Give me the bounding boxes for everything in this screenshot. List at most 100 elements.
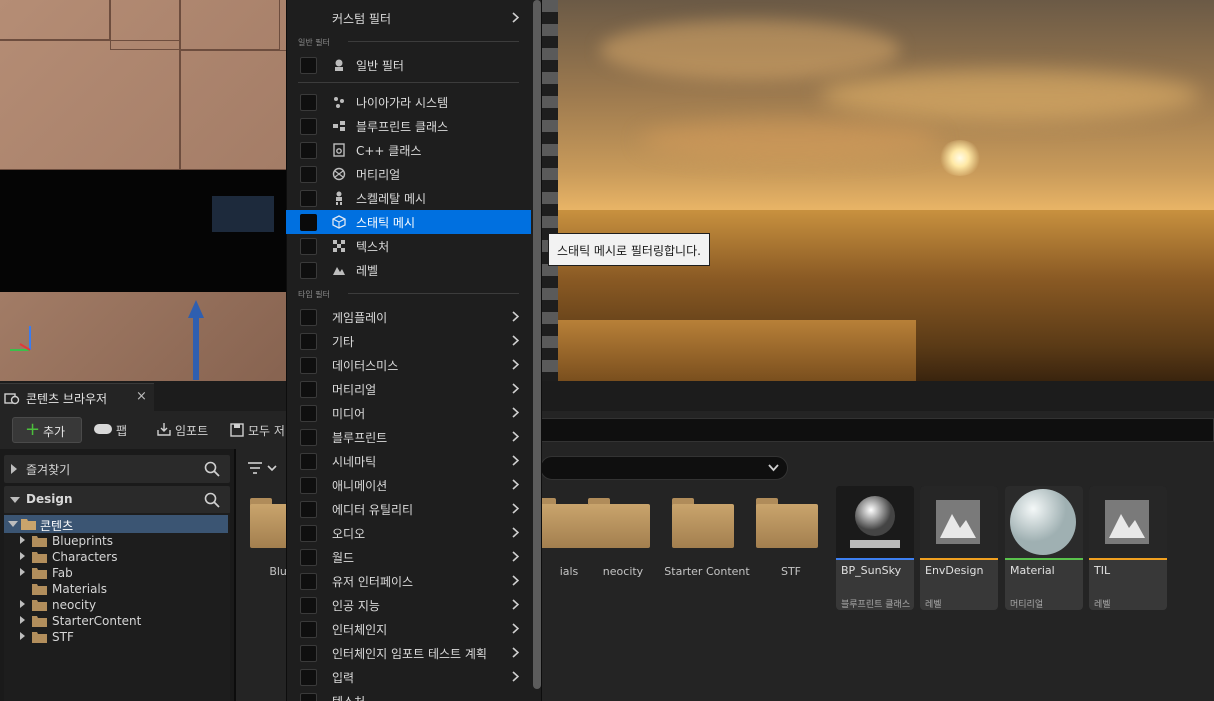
- filter-checkbox[interactable]: [300, 381, 317, 398]
- chevron-right-icon[interactable]: [20, 616, 25, 624]
- filter-checkbox[interactable]: [300, 477, 317, 494]
- chevron-down-icon: [8, 521, 18, 527]
- filter-checkbox[interactable]: [300, 525, 317, 542]
- content-browser-tab[interactable]: 콘텐츠 브라우저 ×: [0, 383, 154, 411]
- search-icon[interactable]: [204, 492, 220, 508]
- filter-checkbox[interactable]: [300, 142, 317, 159]
- tree-folder-item[interactable]: Materials: [32, 581, 228, 597]
- filter-checkbox[interactable]: [300, 118, 317, 135]
- asset-tile[interactable]: BP_SunSky 블루프린트 클래스: [836, 486, 914, 610]
- add-button[interactable]: + 추가: [12, 417, 82, 443]
- folder-tile-label: neocity: [602, 565, 644, 578]
- filter-checkbox[interactable]: [300, 693, 317, 701]
- menu-item-type-filter[interactable]: 인터체인지 임포트 테스트 계획: [286, 641, 531, 665]
- menu-item-type-filter[interactable]: 유저 인터페이스: [286, 569, 531, 593]
- tree-folder-item[interactable]: Characters: [20, 549, 228, 565]
- sun: [938, 140, 982, 176]
- tree-folder-item[interactable]: STF: [20, 629, 228, 645]
- menu-item-type-filter[interactable]: 오디오: [286, 521, 531, 545]
- gizmo-arrow[interactable]: [188, 300, 204, 380]
- menu-item-asset-filter[interactable]: 블루프린트 클래스: [286, 114, 531, 138]
- menu-item-type-filter[interactable]: 시네마틱: [286, 449, 531, 473]
- tree-folder-item[interactable]: Blueprints: [20, 533, 228, 549]
- menu-item-custom-filter[interactable]: 커스텀 필터: [286, 6, 531, 30]
- asset-name: BP_SunSky: [841, 564, 902, 577]
- filter-checkbox[interactable]: [300, 309, 317, 326]
- filter-checkbox[interactable]: [300, 166, 317, 183]
- folder-tile[interactable]: [754, 490, 824, 550]
- filter-checkbox[interactable]: [300, 190, 317, 207]
- filter-checkbox[interactable]: [300, 453, 317, 470]
- chevron-right-icon: [512, 383, 520, 394]
- filter-checkbox[interactable]: [300, 549, 317, 566]
- project-section-header[interactable]: Design: [4, 486, 230, 514]
- menu-item-type-filter[interactable]: 게임플레이: [286, 305, 531, 329]
- menu-item-asset-filter[interactable]: 스켈레탈 메시: [286, 186, 531, 210]
- menu-item-type-filter[interactable]: 머티리얼: [286, 377, 531, 401]
- filter-checkbox[interactable]: [300, 333, 317, 350]
- chevron-right-icon[interactable]: [20, 632, 25, 640]
- filter-dropdown-button[interactable]: [246, 458, 282, 478]
- filter-checkbox[interactable]: [300, 214, 317, 231]
- menu-item-type-filter[interactable]: 미디어: [286, 401, 531, 425]
- tree-folder-item[interactable]: neocity: [20, 597, 228, 613]
- menu-item-label: 오디오: [332, 527, 366, 541]
- filter-checkbox[interactable]: [300, 405, 317, 422]
- menu-item-asset-filter[interactable]: 머티리얼: [286, 162, 531, 186]
- asset-tile[interactable]: TIL 레벨: [1089, 486, 1167, 610]
- menu-section-header: 타입 필터: [298, 290, 330, 299]
- filter-checkbox[interactable]: [300, 429, 317, 446]
- filter-checkbox[interactable]: [300, 262, 317, 279]
- chevron-right-icon[interactable]: [20, 568, 25, 576]
- asset-tile[interactable]: EnvDesign 레벨: [920, 486, 998, 610]
- tree-folder-item[interactable]: StarterContent: [20, 613, 228, 629]
- filter-checkbox[interactable]: [300, 357, 317, 374]
- menu-item-asset-filter[interactable]: 나이아가라 시스템: [286, 90, 531, 114]
- filter-checkbox[interactable]: [300, 238, 317, 255]
- menu-item-common-filter[interactable]: 일반 필터: [286, 53, 531, 77]
- menu-item-type-filter[interactable]: 인공 지능: [286, 593, 531, 617]
- filter-checkbox[interactable]: [300, 57, 317, 74]
- path-bar[interactable]: [540, 456, 788, 480]
- common-filter-icon: [332, 58, 346, 72]
- menu-item-type-filter[interactable]: 입력: [286, 665, 531, 689]
- tree-folder-item[interactable]: Fab: [20, 565, 228, 581]
- chevron-right-icon: [512, 647, 520, 658]
- menu-item-type-filter[interactable]: 애니메이션: [286, 473, 531, 497]
- filter-checkbox[interactable]: [300, 597, 317, 614]
- filter-checkbox[interactable]: [300, 501, 317, 518]
- search-input[interactable]: [540, 418, 1214, 442]
- menu-item-type-filter[interactable]: 블루프린트: [286, 425, 531, 449]
- asset-type-color-bar: [836, 558, 914, 560]
- menu-item-asset-filter[interactable]: 레벨: [286, 258, 531, 282]
- folder-tile[interactable]: [670, 490, 740, 550]
- chevron-right-icon: [512, 671, 520, 682]
- chevron-right-icon[interactable]: [20, 536, 25, 544]
- menu-item-type-filter[interactable]: 월드: [286, 545, 531, 569]
- filter-checkbox[interactable]: [300, 621, 317, 638]
- menu-separator: [298, 82, 519, 83]
- menu-item-type-filter[interactable]: 에디터 유틸리티: [286, 497, 531, 521]
- filter-checkbox[interactable]: [300, 645, 317, 662]
- menu-item-type-filter[interactable]: 텍스처: [286, 689, 531, 701]
- menu-item-asset-filter[interactable]: C++ 클래스: [286, 138, 531, 162]
- open-folder-icon: [21, 519, 36, 530]
- search-icon[interactable]: [204, 461, 220, 477]
- menu-scrollbar[interactable]: [533, 0, 541, 689]
- menu-item-type-filter[interactable]: 인터체인지: [286, 617, 531, 641]
- close-icon[interactable]: ×: [136, 389, 147, 404]
- chevron-right-icon[interactable]: [20, 552, 25, 560]
- menu-item-asset-filter[interactable]: 텍스처: [286, 234, 531, 258]
- menu-item-type-filter[interactable]: 데이터스미스: [286, 353, 531, 377]
- filter-checkbox[interactable]: [300, 94, 317, 111]
- filter-checkbox[interactable]: [300, 573, 317, 590]
- filter-checkbox[interactable]: [300, 669, 317, 686]
- menu-item-type-filter[interactable]: 기타: [286, 329, 531, 353]
- asset-tile[interactable]: Material 머티리얼: [1005, 486, 1083, 610]
- favorites-section-header[interactable]: 즐겨찾기: [4, 455, 230, 483]
- menu-item-asset-filter[interactable]: 스태틱 메시: [286, 210, 531, 234]
- folder-tile[interactable]: [586, 490, 656, 550]
- chevron-right-icon[interactable]: [20, 600, 25, 608]
- level-viewport[interactable]: [0, 0, 1214, 381]
- tree-root-content[interactable]: 콘텐츠: [4, 515, 228, 533]
